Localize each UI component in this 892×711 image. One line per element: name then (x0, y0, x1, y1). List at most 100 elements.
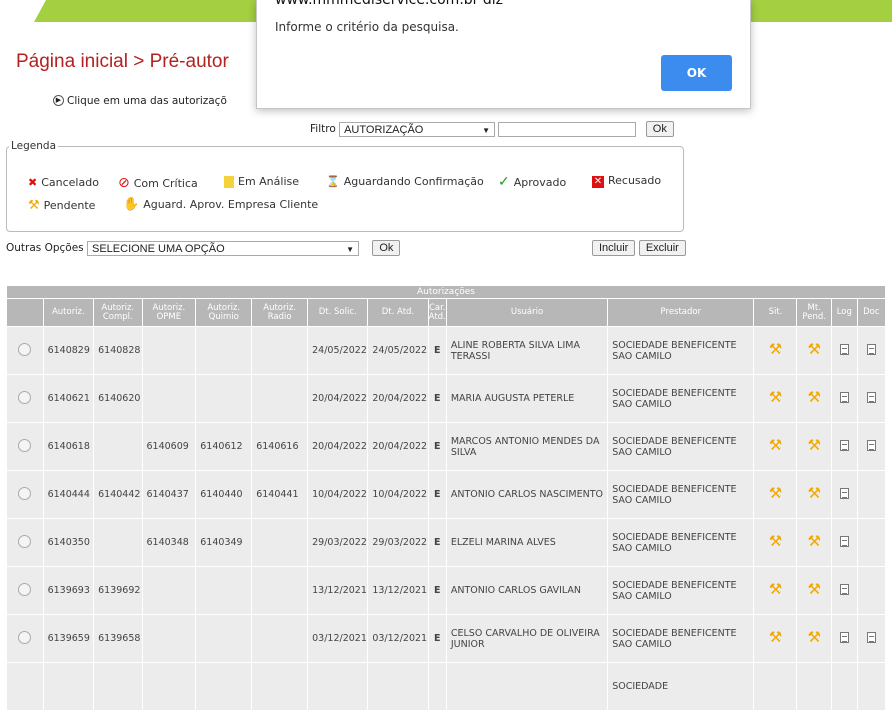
cell-car: E (427, 566, 447, 615)
cell-usuario: ANTONIO CARLOS GAVILAN (445, 566, 609, 615)
dialog-ok-button[interactable]: OK (661, 55, 732, 91)
check-icon: ✓ (498, 174, 510, 190)
table-row[interactable]: 6140618 6140609 6140612 6140616 20/04/2022 20… (6, 422, 887, 471)
cell-log (830, 614, 858, 663)
log-document-icon[interactable] (839, 631, 849, 643)
wrench-icon[interactable]: ⚒ (807, 340, 820, 358)
log-document-icon[interactable] (839, 391, 849, 403)
row-radio[interactable] (18, 390, 32, 404)
wrench-icon[interactable]: ⚒ (807, 484, 820, 502)
filter-bar: Filtro AUTORIZAÇÃO ▼ Ok (310, 121, 674, 137)
wrench-icon[interactable]: ⚒ (807, 388, 820, 406)
hand-icon: ✋ (123, 197, 140, 212)
doc-document-icon[interactable] (866, 391, 876, 403)
table-row[interactable]: 6139693 6139692 13/12/2021 13/12/2021 E ANTON… (6, 566, 887, 615)
wrench-icon[interactable]: ⚒ (807, 628, 820, 646)
wrench-icon[interactable]: ⚒ (807, 436, 820, 454)
row-select-cell (6, 422, 44, 471)
table-row[interactable]: SOCIEDADE (6, 662, 887, 711)
col-header: Usuário (445, 298, 609, 327)
cell-mt-pend: ⚒ (796, 422, 832, 471)
cell-opme: 6140437 (141, 470, 197, 519)
log-document-icon[interactable] (839, 343, 849, 355)
cell-quimio: 6140349 (195, 518, 253, 567)
actions: Incluir Excluir (592, 240, 686, 256)
wrench-icon[interactable]: ⚒ (769, 436, 782, 454)
legend-recusado: ✕ Recusado (592, 174, 661, 188)
other-options-select[interactable]: SELECIONE UMA OPÇÃO ▼ (87, 240, 359, 256)
filter-input[interactable] (498, 121, 637, 137)
cell-radio: 6140616 (251, 422, 309, 471)
col-header: Autoriz. Radio (251, 298, 309, 327)
cell-opme (141, 326, 197, 375)
legend-aguardando-confirmacao: ⌛ Aguardando Confirmação (326, 175, 484, 188)
row-radio[interactable] (18, 438, 32, 452)
cell-opme (141, 566, 197, 615)
cell-sit (753, 662, 798, 711)
filter-ok-button[interactable]: Ok (645, 121, 674, 137)
row-radio[interactable] (18, 534, 32, 548)
cell-doc (856, 326, 887, 375)
cell-car: E (427, 518, 447, 567)
cell-compl: 6140828 (93, 326, 143, 375)
row-radio[interactable] (18, 342, 32, 356)
log-document-icon[interactable] (839, 535, 849, 547)
col-select (6, 298, 44, 327)
table-row[interactable]: 6140829 6140828 24/05/2022 24/05/2022 E ALINE… (6, 326, 887, 375)
doc-document-icon[interactable] (866, 439, 876, 451)
legend-label: Recusado (608, 174, 662, 187)
cell-radio (251, 566, 309, 615)
wrench-icon[interactable]: ⚒ (807, 580, 820, 598)
cell-sit: ⚒ (753, 374, 798, 423)
cell-autoriz: 6140829 (42, 326, 95, 375)
cell-autoriz: 6139693 (42, 566, 95, 615)
col-header: Dt. Atd. (367, 298, 429, 327)
table-caption: Autorizações (6, 285, 886, 299)
cell-opme (141, 614, 197, 663)
table-row[interactable]: 6140621 6140620 20/04/2022 20/04/2022 E MARIA… (6, 374, 887, 423)
hourglass-icon: ⌛ (326, 175, 340, 188)
cell-doc (856, 470, 887, 519)
cell-car: E (427, 422, 447, 471)
col-header: Log (830, 298, 858, 327)
cell-doc (856, 374, 887, 423)
cell-usuario: CELSO CARVALHO DE OLIVEIRA JUNIOR (445, 614, 609, 663)
other-options-ok-button[interactable]: Ok (372, 240, 401, 256)
cell-doc (856, 662, 887, 711)
wrench-icon[interactable]: ⚒ (769, 484, 782, 502)
cell-autoriz: 6140444 (42, 470, 95, 519)
log-document-icon[interactable] (839, 487, 849, 499)
cell-compl: 6139658 (93, 614, 143, 663)
cell-autoriz: 6140618 (42, 422, 95, 471)
doc-document-icon[interactable] (866, 343, 876, 355)
cell-log (830, 566, 858, 615)
doc-document-icon[interactable] (866, 631, 876, 643)
wrench-icon[interactable]: ⚒ (769, 388, 782, 406)
excluir-button[interactable]: Excluir (638, 240, 686, 256)
cell-prestador: SOCIEDADE BENEFICENTE SAO CAMILO (607, 374, 755, 423)
row-select-cell (6, 326, 44, 375)
wrench-icon[interactable]: ⚒ (769, 580, 782, 598)
row-select-cell (6, 374, 44, 423)
wrench-icon[interactable]: ⚒ (769, 628, 782, 646)
filter-select[interactable]: AUTORIZAÇÃO ▼ (339, 121, 496, 137)
wrench-icon[interactable]: ⚒ (769, 532, 782, 550)
row-radio[interactable] (18, 486, 32, 500)
col-header: Sit. (753, 298, 798, 327)
cell-radio (251, 518, 309, 567)
incluir-button[interactable]: Incluir (592, 240, 636, 256)
cell-opme: 6140348 (141, 518, 197, 567)
table-row[interactable]: 6139659 6139658 03/12/2021 03/12/2021 E CELSO… (6, 614, 887, 663)
log-document-icon[interactable] (839, 439, 849, 451)
col-header: Autoriz. Compl. (93, 298, 143, 327)
table-row[interactable]: 6140444 6140442 6140437 6140440 6140441 10/04… (6, 470, 887, 519)
row-radio[interactable] (18, 630, 32, 644)
table-row[interactable]: 6140350 6140348 6140349 29/03/2022 29/03/202… (6, 518, 887, 567)
cell-dt_atd: 13/12/2021 (367, 566, 429, 615)
wrench-icon[interactable]: ⚒ (769, 340, 782, 358)
col-header: Prestador (607, 298, 755, 327)
row-radio[interactable] (18, 582, 32, 596)
cell-prestador: SOCIEDADE BENEFICENTE SAO CAMILO (607, 518, 755, 567)
wrench-icon[interactable]: ⚒ (807, 532, 820, 550)
log-document-icon[interactable] (839, 583, 849, 595)
